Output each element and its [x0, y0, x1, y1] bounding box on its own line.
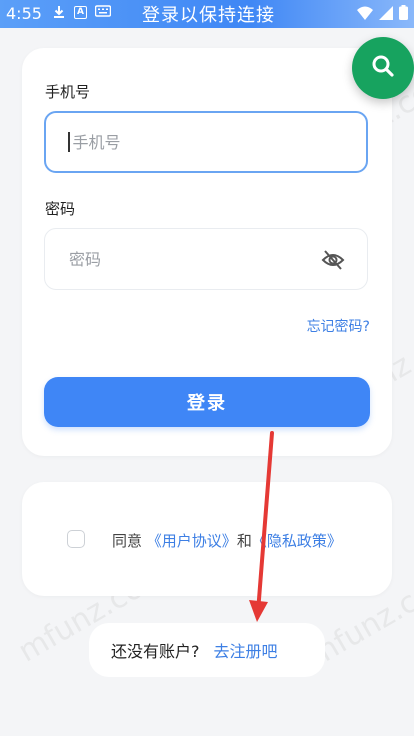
battery-icon [399, 5, 408, 24]
phone-input[interactable] [70, 131, 315, 153]
status-icons-left: A [52, 5, 112, 19]
forgot-password-link[interactable]: 忘记密码? [307, 316, 370, 336]
agreement-checkbox[interactable] [67, 530, 85, 548]
user-agreement-link[interactable]: 《用户协议》 [147, 532, 237, 550]
status-icons-right [357, 5, 408, 24]
status-time: 4:55 [6, 4, 42, 23]
login-button[interactable]: 登录 [44, 377, 370, 427]
eye-off-icon[interactable] [321, 249, 345, 271]
privacy-policy-link[interactable]: 《隐私政策》 [252, 532, 342, 550]
download-icon [52, 5, 66, 19]
agreement-text: 同意 《用户协议》和《隐私政策》 [112, 530, 342, 551]
login-card: 手机号 密码 忘记密码? 登录 [22, 48, 392, 456]
status-bar: 4:55 A 登录以保持连接 [0, 0, 414, 28]
phone-label: 手机号 [45, 83, 91, 101]
text-caret [68, 132, 70, 152]
register-link[interactable]: 去注册吧 [214, 638, 278, 662]
agreement-prefix: 同意 [112, 532, 143, 550]
search-fab-button[interactable] [352, 37, 414, 99]
password-input[interactable] [67, 248, 311, 270]
register-prompt: 还没有账户? 去注册吧 [89, 623, 325, 677]
a-box-icon: A [74, 5, 87, 19]
password-field[interactable] [44, 228, 368, 290]
password-label: 密码 [45, 200, 76, 218]
agreement-and: 和 [236, 532, 252, 550]
wifi-icon [357, 5, 373, 24]
search-icon [370, 53, 396, 83]
agreement-card: 同意 《用户协议》和《隐私政策》 [22, 482, 392, 596]
phone-field[interactable] [44, 111, 368, 173]
signal-icon [379, 5, 393, 24]
register-prompt-text: 还没有账户? [111, 642, 200, 661]
status-title: 登录以保持连接 [142, 5, 275, 26]
keyboard-icon [94, 5, 112, 19]
